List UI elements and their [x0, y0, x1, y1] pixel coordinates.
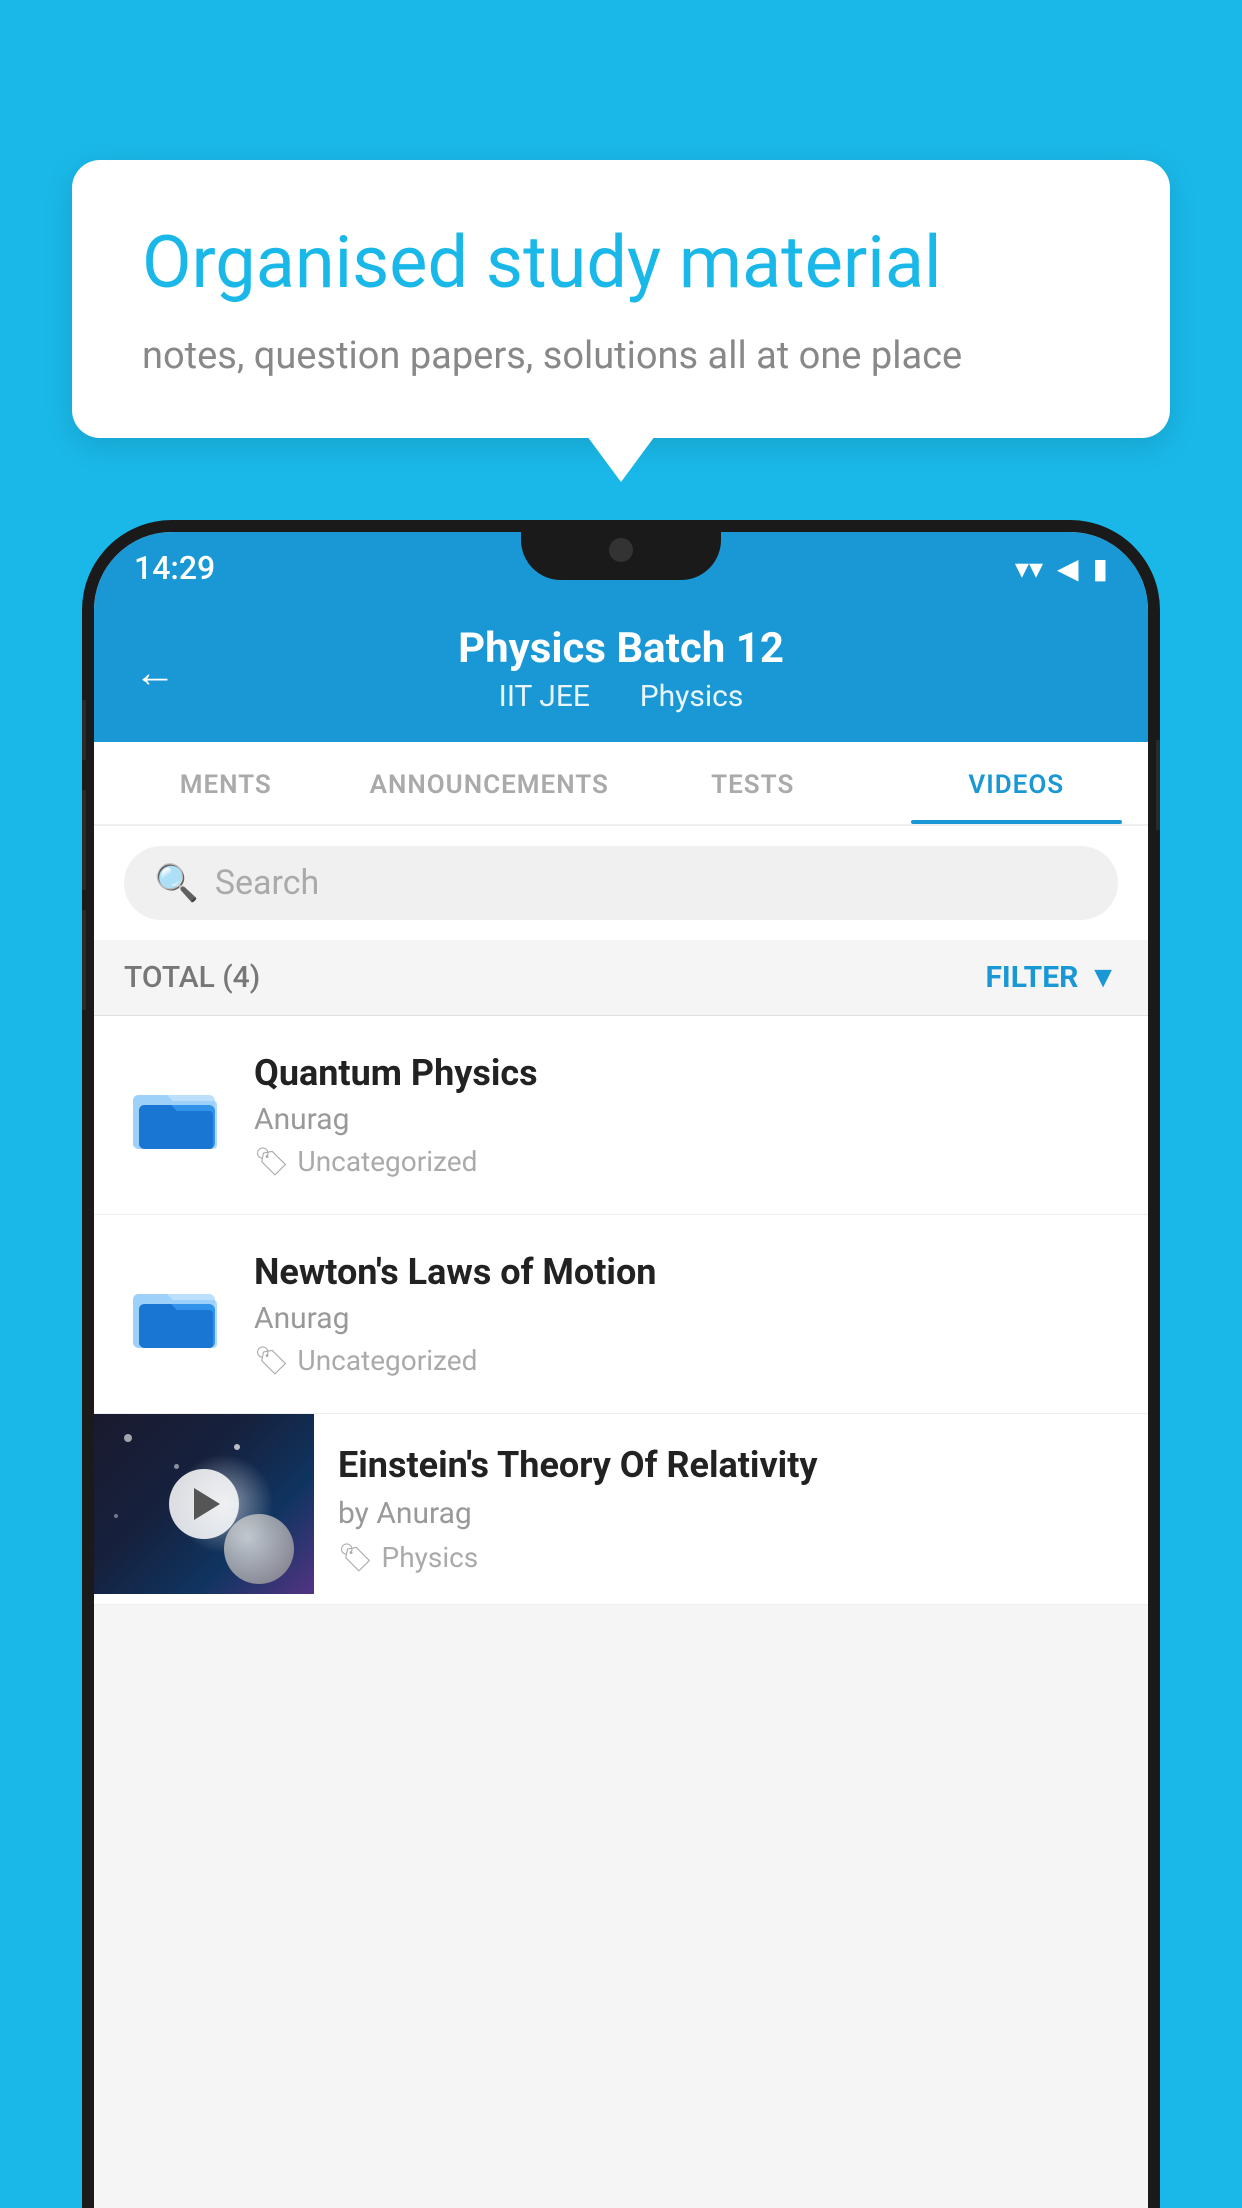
- video-author: Anurag: [254, 1301, 1118, 1336]
- filter-label: FILTER: [985, 960, 1078, 995]
- play-button[interactable]: [169, 1469, 239, 1539]
- search-input[interactable]: Search: [215, 863, 319, 903]
- video-tag: 🏷 Physics: [338, 1541, 1124, 1574]
- filter-bar: TOTAL (4) FILTER ▼: [94, 940, 1148, 1016]
- list-item[interactable]: Einstein's Theory Of Relativity by Anura…: [94, 1414, 1148, 1605]
- video-thumbnail: [94, 1414, 314, 1594]
- folder-icon: [129, 1274, 219, 1354]
- power-button: [1156, 740, 1160, 830]
- list-item[interactable]: Newton's Laws of Motion Anurag 🏷 Uncateg…: [94, 1215, 1148, 1414]
- camera-dot: [609, 538, 633, 562]
- total-label: TOTAL (4): [124, 960, 260, 995]
- header-subtitle-iitjee: IIT JEE: [499, 679, 590, 714]
- play-triangle-icon: [194, 1488, 220, 1520]
- silent-button: [82, 910, 86, 1010]
- video-list: Quantum Physics Anurag 🏷 Uncategorized: [94, 1016, 1148, 1605]
- folder-thumbnail: [124, 1264, 224, 1364]
- tab-videos[interactable]: VIDEOS: [885, 742, 1149, 824]
- video-author: Anurag: [254, 1102, 1118, 1137]
- tab-ments[interactable]: MENTS: [94, 742, 358, 824]
- bubble-title: Organised study material: [142, 220, 1100, 306]
- tag-icon: 🏷: [254, 1344, 290, 1377]
- video-title: Newton's Laws of Motion: [254, 1251, 1118, 1293]
- search-container: 🔍 Search: [94, 826, 1148, 940]
- video-info: Newton's Laws of Motion Anurag 🏷 Uncateg…: [254, 1251, 1118, 1377]
- volume-down-button: [82, 790, 86, 890]
- signal-icon: ◀: [1057, 552, 1079, 585]
- header-title: Physics Batch 12: [134, 624, 1108, 673]
- status-icons: ▾▾ ◀ ▮: [1015, 552, 1108, 585]
- tag-label: Uncategorized: [298, 1344, 478, 1377]
- search-icon: 🔍: [154, 862, 199, 904]
- tag-label: Physics: [382, 1541, 479, 1574]
- back-button[interactable]: ←: [134, 649, 176, 698]
- list-item[interactable]: Quantum Physics Anurag 🏷 Uncategorized: [94, 1016, 1148, 1215]
- video-tag: 🏷 Uncategorized: [254, 1344, 1118, 1377]
- tag-icon: 🏷: [338, 1541, 374, 1574]
- video-title: Quantum Physics: [254, 1052, 1118, 1094]
- wifi-icon: ▾▾: [1015, 552, 1043, 585]
- tag-label: Uncategorized: [298, 1145, 478, 1178]
- video-info: Einstein's Theory Of Relativity by Anura…: [314, 1414, 1148, 1604]
- speech-bubble: Organised study material notes, question…: [72, 160, 1170, 438]
- tab-tests[interactable]: TESTS: [621, 742, 885, 824]
- bubble-subtitle: notes, question papers, solutions all at…: [142, 334, 1100, 378]
- tabs-bar: MENTS ANNOUNCEMENTS TESTS VIDEOS: [94, 742, 1148, 826]
- phone-screen: 14:29 ▾▾ ◀ ▮ ← Physics Batch 12 IIT JEE …: [94, 532, 1148, 2208]
- phone-frame: 14:29 ▾▾ ◀ ▮ ← Physics Batch 12 IIT JEE …: [82, 520, 1160, 2208]
- filter-icon: ▼: [1088, 960, 1118, 995]
- search-box[interactable]: 🔍 Search: [124, 846, 1118, 920]
- video-title: Einstein's Theory Of Relativity: [338, 1444, 1124, 1486]
- tag-icon: 🏷: [254, 1145, 290, 1178]
- volume-up-button: [82, 700, 86, 760]
- folder-icon: [129, 1075, 219, 1155]
- status-time: 14:29: [134, 549, 215, 587]
- battery-icon: ▮: [1093, 552, 1108, 585]
- video-tag: 🏷 Uncategorized: [254, 1145, 1118, 1178]
- folder-thumbnail: [124, 1065, 224, 1165]
- header-subtitle: IIT JEE Physics: [134, 679, 1108, 714]
- video-info: Quantum Physics Anurag 🏷 Uncategorized: [254, 1052, 1118, 1178]
- phone-notch: [521, 520, 721, 580]
- header-subtitle-physics: Physics: [640, 679, 744, 714]
- video-author: by Anurag: [338, 1496, 1124, 1531]
- tab-announcements[interactable]: ANNOUNCEMENTS: [358, 742, 622, 824]
- filter-button[interactable]: FILTER ▼: [985, 960, 1118, 995]
- app-header: ← Physics Batch 12 IIT JEE Physics: [94, 604, 1148, 742]
